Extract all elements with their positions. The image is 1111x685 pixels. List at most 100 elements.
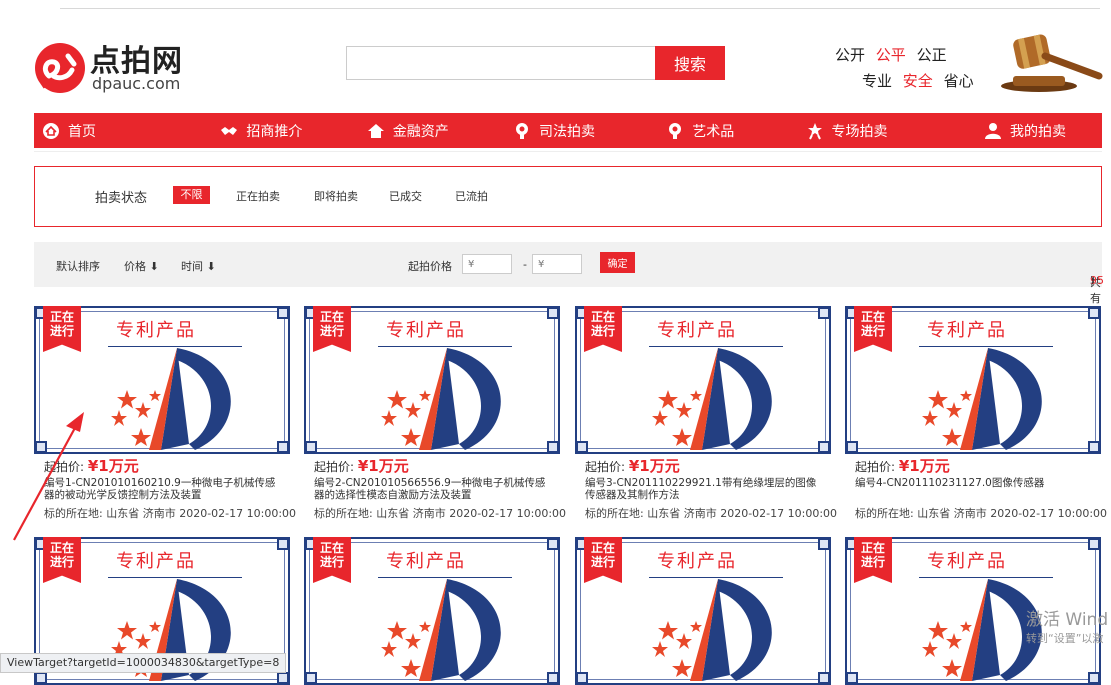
- site-logo[interactable]: 点拍网 dpauc.com: [34, 36, 194, 96]
- frame-corner: [547, 538, 559, 550]
- auction-card[interactable]: 正在 进行 专利产品 起拍价: ¥1万元 编号2-CN201010566556.9…: [304, 306, 566, 520]
- item-title[interactable]: 编号4-CN201110231127.0图像传感器: [855, 477, 1091, 505]
- user-icon: [984, 122, 1001, 139]
- location-label: 标的所在地:: [314, 507, 373, 520]
- filter-option-unsold[interactable]: 已流拍: [455, 188, 488, 204]
- ribbon-line-2: 进行: [590, 324, 615, 338]
- card-image[interactable]: 正在 进行 专利产品: [575, 306, 831, 454]
- frame-corner: [277, 538, 289, 550]
- filter-option-all[interactable]: 不限: [173, 186, 210, 204]
- nav-label: 招商推介: [246, 123, 303, 140]
- nav-divider: [34, 151, 1102, 152]
- image-title: 专利产品: [116, 320, 196, 341]
- filter-option-upcoming[interactable]: 即将拍卖: [314, 188, 358, 204]
- sort-default[interactable]: 默认排序: [56, 258, 100, 274]
- auction-card[interactable]: 正在 进行 专利产品 起拍价: ¥1万元 编号3-CN201110229921.1…: [575, 306, 837, 520]
- frame-corner: [1088, 307, 1100, 319]
- auction-status-filter: 拍卖状态 不限 正在拍卖 即将拍卖 已成交 已流拍: [34, 166, 1102, 227]
- status-ribbon: 正在 进行: [43, 306, 81, 352]
- range-separator: -: [523, 258, 527, 271]
- ribbon-line-2: 进行: [860, 555, 885, 569]
- start-price-label: 起拍价格: [408, 260, 452, 273]
- ribbon-line-2: 进行: [590, 555, 615, 569]
- nav-label: 首页: [68, 123, 96, 140]
- ribbon-line-2: 进行: [319, 555, 344, 569]
- filter-option-ongoing[interactable]: 正在拍卖: [236, 188, 280, 204]
- nav-item-investment[interactable]: 招商推介: [188, 121, 334, 141]
- slogan-line-1: 公开 公平 公正: [835, 44, 947, 65]
- patent-emblem-icon: [922, 348, 1042, 450]
- status-ribbon: 正在 进行: [313, 306, 351, 352]
- auction-card[interactable]: 正在 进行 专利产品: [304, 537, 560, 685]
- nav-label: 艺术品: [692, 123, 735, 140]
- location-value: 山东省 济南市 2020-02-17 10:00:00: [647, 507, 838, 520]
- slogan-word: 省心: [943, 72, 974, 90]
- min-price-input[interactable]: [462, 254, 512, 274]
- location-value: 山东省 济南市 2020-02-17 10:00:00: [917, 507, 1108, 520]
- nav-item-my-auctions[interactable]: 我的拍卖: [920, 121, 1102, 141]
- frame-corner: [277, 307, 289, 319]
- image-title: 专利产品: [657, 551, 737, 572]
- nav-item-home[interactable]: 首页: [34, 121, 188, 141]
- frame-corner: [1088, 441, 1100, 453]
- item-title[interactable]: 编号3-CN201110229921.1带有绝缘埋层的图像传感器及其制作方法: [585, 477, 821, 505]
- nav-item-art[interactable]: 艺术品: [627, 121, 773, 141]
- image-title: 专利产品: [386, 320, 466, 341]
- activation-watermark-sub: 转到“设置”以激: [1026, 632, 1104, 645]
- filter-option-sold[interactable]: 已成交: [389, 188, 422, 204]
- price-confirm-button[interactable]: 确定: [600, 252, 635, 273]
- image-title: 专利产品: [927, 320, 1007, 341]
- start-price: 起拍价: ¥1万元: [855, 457, 1091, 475]
- search-button[interactable]: 搜索: [655, 46, 725, 80]
- slogan-word: 公正: [916, 46, 947, 64]
- ribbon-line-1: 正在: [860, 310, 885, 324]
- card-image[interactable]: 正在 进行 专利产品: [575, 537, 831, 685]
- start-price: 起拍价: ¥1万元: [314, 459, 550, 474]
- slogan-word-highlight: 安全: [902, 72, 933, 90]
- slogan-line-2: 专业 安全 省心: [862, 70, 974, 91]
- sort-price[interactable]: 价格 ⬇: [124, 258, 159, 274]
- frame-corner: [576, 441, 588, 453]
- max-price-input[interactable]: [532, 254, 582, 274]
- patent-emblem-icon: [381, 579, 501, 681]
- nav-item-financial-assets[interactable]: 金融资产: [335, 121, 481, 141]
- ribbon-line-1: 正在: [860, 541, 885, 555]
- ribbon-line-2: 进行: [860, 324, 885, 338]
- art-emblem-icon: [669, 122, 682, 139]
- nav-label: 专场拍卖: [831, 123, 888, 140]
- card-image[interactable]: 正在 进行 专利产品: [304, 537, 560, 685]
- status-ribbon: 正在 进行: [313, 537, 351, 583]
- patent-emblem-icon: [111, 348, 231, 450]
- price-value: ¥1万元: [628, 457, 680, 475]
- count-suffix: ): [1090, 274, 1095, 287]
- frame-corner: [576, 672, 588, 684]
- ribbon-line-1: 正在: [319, 310, 344, 324]
- search-input[interactable]: [346, 46, 656, 80]
- frame-corner: [305, 441, 317, 453]
- frame-corner: [818, 307, 830, 319]
- slogan-word: 公开: [835, 46, 866, 64]
- image-title: 专利产品: [657, 320, 737, 341]
- status-bar-url: ViewTarget?targetId=1000034830&targetTyp…: [0, 653, 287, 673]
- card-info: 起拍价: ¥1万元 编号3-CN201110229921.1带有绝缘埋层的图像传…: [575, 454, 837, 520]
- home-icon: [43, 122, 59, 139]
- card-image[interactable]: 正在 进行 专利产品: [845, 306, 1101, 454]
- location-label: 标的所在地:: [585, 507, 644, 520]
- price-value: ¥1万元: [898, 457, 950, 475]
- ribbon-line-1: 正在: [49, 310, 74, 324]
- nav-item-judicial-auction[interactable]: 司法拍卖: [481, 121, 627, 141]
- sort-time[interactable]: 时间 ⬇: [181, 258, 216, 274]
- frame-corner: [818, 538, 830, 550]
- item-location: 标的所在地: 山东省 济南市 2020-02-17 10:00:00: [314, 507, 566, 520]
- activation-watermark: 激活 Wind: [1026, 610, 1109, 630]
- auction-card[interactable]: 正在 进行 专利产品: [575, 537, 831, 685]
- nav-item-special-auction[interactable]: 专场拍卖: [773, 121, 919, 141]
- court-emblem-icon: [515, 122, 528, 139]
- patent-emblem-icon: [652, 579, 772, 681]
- frame-corner: [547, 672, 559, 684]
- frame-corner: [35, 672, 47, 684]
- auction-card[interactable]: 正在 进行 专利产品 起拍价: ¥1万元 编号4-CN201110231127.0…: [845, 306, 1107, 520]
- frame-corner: [818, 672, 830, 684]
- card-image[interactable]: 正在 进行 专利产品: [304, 306, 560, 454]
- item-title[interactable]: 编号2-CN201010566556.9一种微电子机械传感器的选择性模态自激励方…: [314, 477, 550, 505]
